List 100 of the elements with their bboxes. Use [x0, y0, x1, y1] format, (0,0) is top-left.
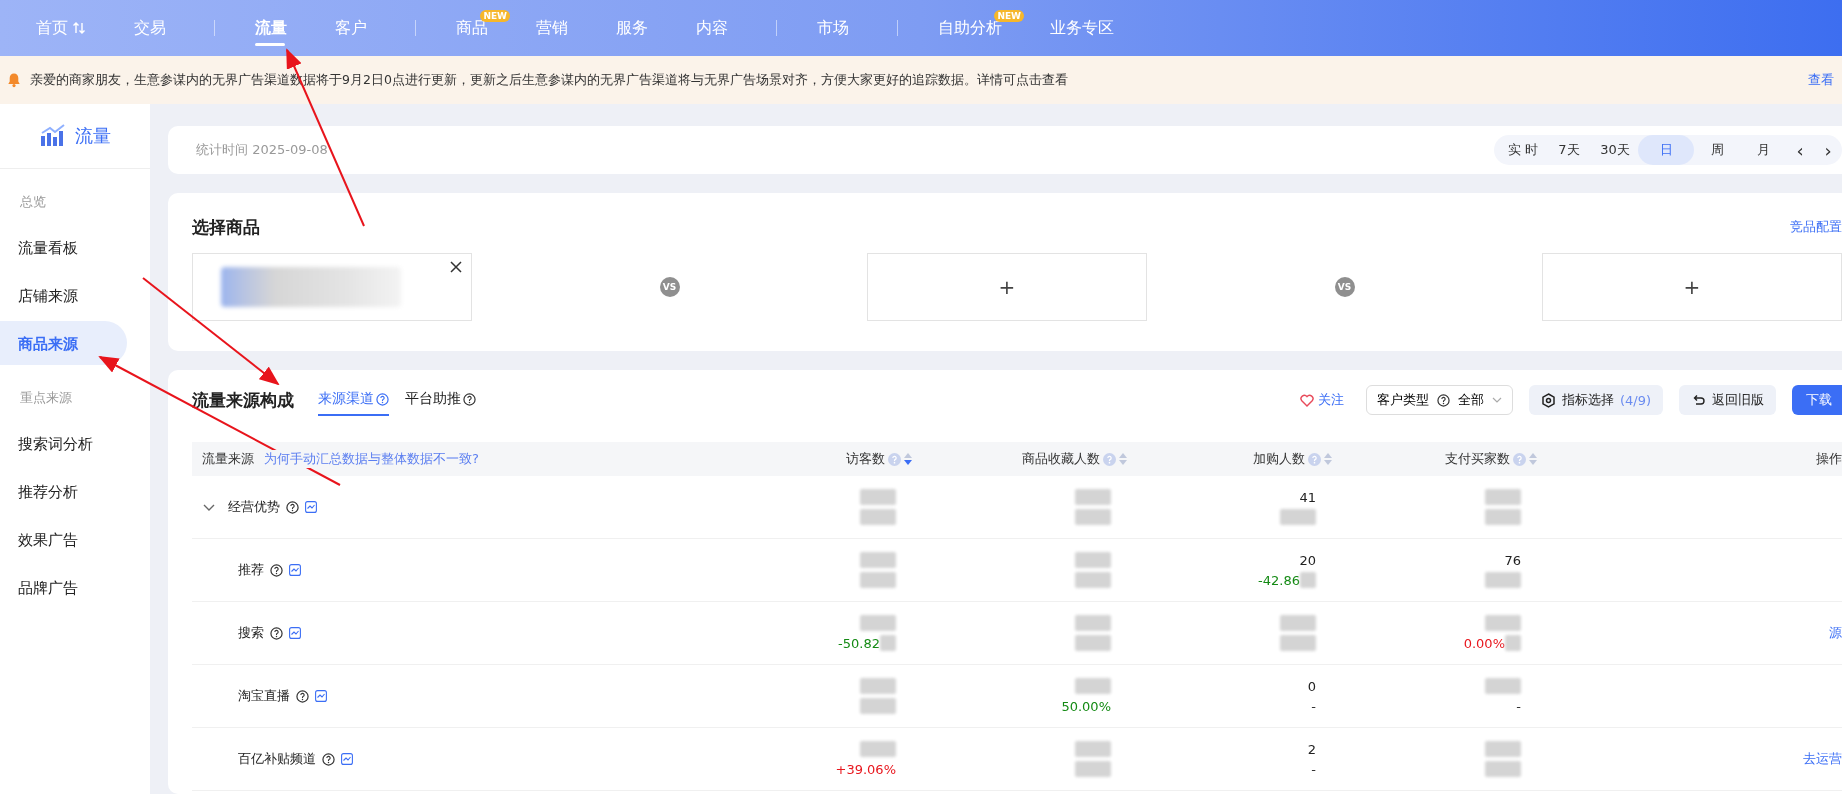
blurred-value — [1075, 552, 1111, 568]
section-title: 流量来源构成 — [192, 388, 294, 412]
vs-badge: VS — [1334, 277, 1355, 297]
metric-value: 20 — [1299, 552, 1316, 568]
column-header: 支付买家数 — [1445, 450, 1510, 468]
source-tab[interactable]: 来源渠道 — [318, 384, 389, 416]
blurred-value — [1075, 678, 1111, 694]
blurred-value — [860, 615, 896, 631]
blurred-value — [1485, 509, 1521, 525]
nav-tab[interactable]: 市场 — [817, 0, 873, 56]
period-tab[interactable]: 日 — [1638, 135, 1694, 165]
heart-icon — [1299, 393, 1314, 407]
blurred-value — [1075, 615, 1111, 631]
blurred-value — [1485, 489, 1521, 505]
old-version-button[interactable]: 返回旧版 — [1679, 385, 1776, 415]
blurred-value — [1485, 761, 1521, 777]
period-tab[interactable]: 周 — [1694, 135, 1740, 165]
change-rate: 50.00% — [1061, 698, 1111, 714]
next-button[interactable]: › — [1814, 138, 1842, 162]
blurred-value — [1280, 615, 1316, 631]
sidebar-item[interactable]: 推荐分析 — [0, 469, 127, 513]
download-button[interactable]: 下载 — [1792, 385, 1842, 415]
trend-chart-icon[interactable] — [341, 753, 353, 765]
source-name: 淘宝直播 — [238, 687, 290, 705]
follow-button[interactable]: 关注 — [1293, 390, 1350, 410]
change-rate: -50.82 — [838, 635, 880, 651]
blurred-value — [1075, 761, 1111, 777]
blurred-value — [1075, 572, 1111, 588]
data-mismatch-link[interactable]: 为何手动汇总数据与整体数据不一致? — [264, 450, 479, 468]
undo-icon — [1691, 392, 1706, 408]
blurred-value — [1280, 635, 1316, 651]
trend-chart-icon[interactable] — [315, 690, 327, 702]
sidebar-title: 流量 — [75, 124, 111, 148]
column-header: 商品收藏人数 — [1022, 450, 1100, 468]
help-icon — [463, 392, 476, 406]
blurred-value — [1075, 509, 1111, 525]
trend-chart-icon[interactable] — [305, 501, 317, 513]
sidebar-item[interactable]: 流量看板 — [0, 225, 127, 269]
sidebar-group-label: 重点来源 — [19, 389, 73, 407]
blurred-value — [1485, 615, 1521, 631]
blurred-value — [860, 678, 896, 694]
metrics-button[interactable]: 指标选择 (4/9) — [1528, 385, 1663, 415]
nav-tab[interactable]: 营销 — [536, 0, 592, 56]
nav-tab[interactable]: 业务专区 — [1050, 0, 1138, 56]
column-header: 操作 — [1816, 450, 1842, 468]
add-product-slot[interactable]: + — [867, 253, 1147, 321]
change-rate: - — [1311, 698, 1316, 714]
competitor-config-link[interactable]: 竞品配置 — [1790, 218, 1842, 236]
nav-tab[interactable]: 内容 — [696, 0, 752, 56]
blurred-value — [860, 698, 896, 714]
add-product-slot[interactable]: + — [1542, 253, 1842, 321]
sidebar-item[interactable]: 商品来源 — [0, 321, 127, 365]
blurred-value — [1485, 678, 1521, 694]
change-rate: -42.86 — [1258, 572, 1300, 588]
period-tab[interactable]: 实 时 — [1500, 135, 1546, 165]
blurred-value — [860, 489, 896, 505]
sidebar-item[interactable]: 搜索词分析 — [0, 421, 127, 465]
column-header: 加购人数 — [1253, 450, 1305, 468]
change-rate: - — [1516, 698, 1521, 714]
chevron-down-icon — [1491, 395, 1502, 405]
help-icon — [1308, 452, 1321, 466]
active-underline — [255, 43, 285, 46]
close-icon[interactable] — [449, 260, 463, 274]
sort-icon[interactable] — [904, 453, 912, 465]
action-link[interactable]: 去运营 — [1803, 751, 1842, 766]
blurred-value — [860, 572, 896, 588]
customer-type-select[interactable]: 客户类型 全部 — [1365, 385, 1513, 415]
hexagon-gear-icon — [1540, 392, 1556, 408]
blurred-value — [860, 741, 896, 757]
source-tab[interactable]: 平台助推 — [405, 384, 476, 416]
column-header: 流量来源 — [202, 450, 254, 468]
help-icon — [888, 452, 901, 466]
sidebar-item[interactable]: 品牌广告 — [0, 565, 127, 609]
source-name: 搜索 — [238, 624, 264, 642]
metric-value: 76 — [1504, 552, 1521, 568]
change-rate: - — [1311, 761, 1316, 777]
blurred-value — [860, 552, 896, 568]
change-rate: 0.00% — [1463, 635, 1505, 651]
help-icon — [376, 392, 389, 406]
help-icon — [1513, 452, 1526, 466]
nav-tab[interactable]: 服务 — [616, 0, 672, 56]
help-icon — [322, 752, 335, 766]
help-icon — [1436, 393, 1450, 407]
period-tab[interactable]: 30天 — [1592, 135, 1638, 165]
blurred-value — [1075, 741, 1111, 757]
trend-chart-icon[interactable] — [289, 564, 301, 576]
sidebar-item[interactable]: 效果广告 — [0, 517, 127, 561]
metric-value: 41 — [1299, 489, 1316, 505]
help-icon — [270, 626, 283, 640]
prev-button[interactable]: ‹ — [1786, 138, 1814, 162]
sidebar-item[interactable]: 店铺来源 — [0, 273, 127, 317]
vs-badge: VS — [659, 277, 680, 297]
sidebar-group-label: 总览 — [19, 193, 47, 211]
view-link[interactable]: 查看 — [1808, 71, 1834, 89]
period-tab[interactable]: 月 — [1740, 135, 1786, 165]
period-tab[interactable]: 7天 — [1546, 135, 1592, 165]
blurred-value — [1485, 741, 1521, 757]
trend-chart-icon[interactable] — [289, 627, 301, 639]
action-link[interactable]: 源 — [1829, 625, 1842, 640]
new-badge: NEW — [994, 10, 1024, 22]
